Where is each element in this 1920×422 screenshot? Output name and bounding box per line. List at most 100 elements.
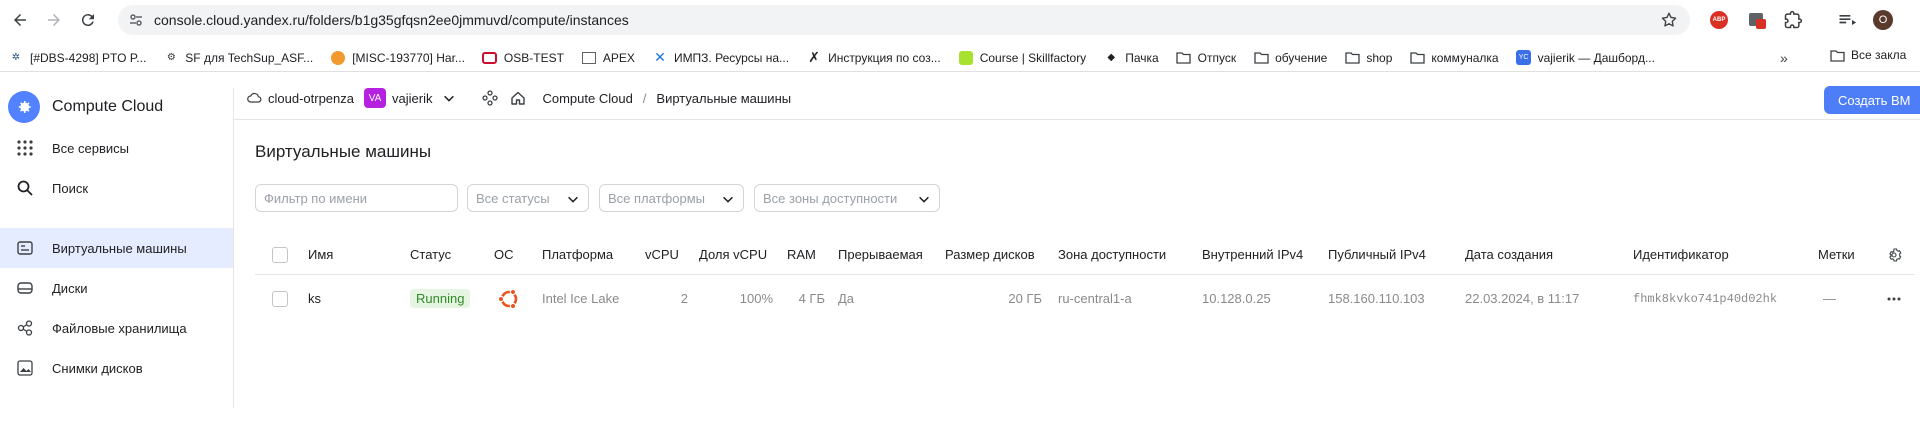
site-info-icon[interactable] [128,12,144,28]
address-bar[interactable]: console.cloud.yandex.ru/folders/b1g35gfq… [118,5,1690,35]
fork-icon: ✲ [11,52,21,63]
select-value: Все статусы [476,190,550,206]
bookmark-star-icon[interactable] [1660,11,1678,29]
header-zone[interactable]: Зона доступности [1058,235,1166,274]
chevron-down-icon [919,196,929,203]
sidebar-item-file-storages[interactable]: Файловые хранилища [0,308,233,348]
header-name[interactable]: Имя [308,235,333,274]
header-internal-ip[interactable]: Внутренний IPv4 [1202,235,1303,274]
folder-icon [1830,49,1845,62]
calendar-icon [1749,13,1766,29]
services-hub-icon[interactable] [482,90,499,106]
bookmark-item[interactable]: ✗ Инструкция по соз... [806,49,941,66]
platform-filter-select[interactable]: Все платформы [599,184,744,212]
bookmark-item[interactable]: ✕ ИМПЗ. Ресурсы на... [652,49,789,66]
extensions-button[interactable] [1782,9,1804,31]
grid-icon [16,139,34,157]
breadcrumb-service[interactable]: Compute Cloud [542,91,632,106]
compute-cloud-logo-icon [8,91,40,123]
disk-icon [16,279,34,297]
row-actions-button[interactable] [1886,275,1902,322]
breadcrumb: cloud-otrpenza VA vajierik Compute Cloud… [246,86,791,110]
home-icon[interactable] [510,90,526,106]
sidebar-item-search[interactable]: Поиск [0,168,233,208]
puzzle-icon [1784,10,1803,29]
chevron-down-icon [723,196,733,203]
sidebar-item-label: Файловые хранилища [52,320,187,336]
sidebar-title: Compute Cloud [52,98,164,115]
header-status[interactable]: Статус [410,235,451,274]
bookmark-item[interactable]: APEX [581,50,635,66]
status-filter-select[interactable]: Все статусы [467,184,589,212]
cell-created: 22.03.2024, в 11:17 [1465,291,1580,306]
header-public-ip[interactable]: Публичный IPv4 [1328,235,1426,274]
header-vcpu-share[interactable]: Доля vCPU [699,235,767,274]
select-value: Все платформы [608,190,705,206]
bookmark-folder[interactable]: Отпуск [1176,50,1236,66]
bookmark-item[interactable]: YC vajierik — Дашборд... [1516,50,1655,66]
ubuntu-icon [497,288,518,309]
instances-table: Имя Статус ОС Платформа vCPU Доля vCPU R… [255,235,1915,323]
breadcrumb-cloud[interactable]: cloud-otrpenza [268,91,354,106]
header-os[interactable]: ОС [494,235,514,274]
impz-icon: ✕ [654,49,666,65]
table-settings-button[interactable] [1886,235,1902,274]
bookmark-item[interactable]: Course | Skillfactory [958,50,1086,66]
apex-icon [581,50,597,66]
sidebar-header[interactable]: Compute Cloud [0,88,233,126]
skillfactory-icon [958,50,974,66]
header-created[interactable]: Дата создания [1465,235,1553,274]
bookmark-folder[interactable]: shop [1344,50,1392,66]
cell-disk-size: 20 ГБ [1008,291,1042,306]
header-preemptible[interactable]: Прерываемая [838,235,923,274]
chevron-down-icon[interactable] [442,91,456,105]
table-row[interactable]: ks Running Intel Ice Lake 2 100% 4 ГБ Да… [255,275,1915,323]
header-vcpu[interactable]: vCPU [645,235,679,274]
back-button[interactable] [4,4,36,36]
media-controls-button[interactable] [1836,9,1858,31]
breadcrumb-current: Виртуальные машины [656,90,792,106]
cell-id[interactable]: fhmk8kvko741p40d02hk [1633,275,1777,322]
folder-icon [1176,50,1192,66]
header-disk-size[interactable]: Размер дисков [945,235,1035,274]
sidebar-item-disk-snapshots[interactable]: Снимки дисков [0,348,233,388]
breadcrumb-folder[interactable]: vajierik [392,91,432,106]
header-platform[interactable]: Платформа [542,235,613,274]
reload-button[interactable] [72,4,104,36]
adblock-extension[interactable]: ABP [1708,9,1730,31]
bookmark-folder[interactable]: обучение [1253,50,1327,66]
folder-avatar: VA [364,88,386,108]
bookmark-folder[interactable]: коммуналка [1409,50,1499,66]
calendar-extension[interactable] [1746,9,1768,31]
select-all-checkbox[interactable] [272,246,288,263]
cell-zone: ru-central1-a [1058,291,1132,306]
folder-icon [1253,50,1269,66]
profile-button[interactable]: O [1872,9,1894,31]
header-labels[interactable]: Метки [1818,235,1855,274]
bookmark-item[interactable]: OSB-TEST [482,50,564,66]
sidebar-item-virtual-machines[interactable]: Виртуальные машины [0,228,233,268]
create-vm-button[interactable]: Создать ВМ [1824,86,1920,114]
bookmarks-overflow-chevron-icon[interactable]: » [1780,50,1788,66]
bookmark-item[interactable]: ⚙ SF для TechSup_ASF... [163,50,313,66]
zone-filter-select[interactable]: Все зоны доступности [754,184,940,212]
header-id[interactable]: Идентификатор [1633,235,1729,274]
forward-button[interactable] [38,4,70,36]
all-bookmarks-folder[interactable]: Все закла [1830,48,1906,62]
sf-icon: ⚙ [166,52,176,63]
cell-status: Running [410,275,471,322]
bookmark-item[interactable]: ✲ [#DBS-4298] PTO P... [8,50,147,66]
more-horizontal-icon [1887,297,1901,300]
cloud-icon [247,92,262,103]
header-divider [234,119,1920,120]
sidebar-item-all-services[interactable]: Все сервисы [0,128,233,168]
row-checkbox[interactable] [272,290,288,307]
name-filter-input[interactable] [255,184,458,212]
bookmark-item[interactable]: [MISC-193770] Нar... [330,50,465,66]
sidebar-item-disks[interactable]: Диски [0,268,233,308]
cell-name[interactable]: ks [308,275,321,322]
cell-vcpu: 2 [680,291,688,306]
bookmark-item[interactable]: ◆ Пачка [1103,50,1158,66]
header-ram[interactable]: RAM [787,235,816,274]
